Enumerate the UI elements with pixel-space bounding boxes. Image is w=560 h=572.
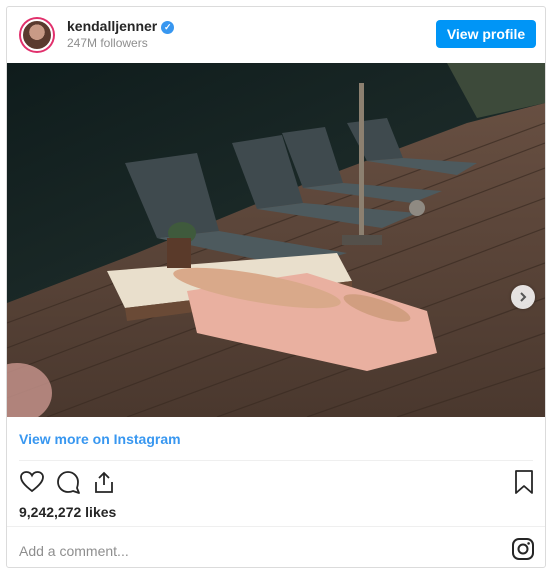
post-photo[interactable] bbox=[7, 63, 545, 417]
like-count[interactable]: 9,242,272 likes bbox=[19, 504, 116, 520]
share-icon[interactable] bbox=[91, 469, 117, 495]
follower-count: 247M followers bbox=[67, 36, 148, 50]
heart-icon[interactable] bbox=[19, 469, 45, 495]
avatar[interactable] bbox=[19, 17, 55, 53]
instagram-embed-card: kendalljenner ✓ 247M followers View profi… bbox=[6, 6, 546, 568]
chevron-right-icon bbox=[520, 292, 527, 302]
username-text[interactable]: kendalljenner bbox=[67, 18, 157, 34]
verified-badge-icon: ✓ bbox=[161, 21, 175, 34]
comment-input[interactable] bbox=[17, 539, 491, 563]
divider bbox=[7, 526, 545, 527]
post-header: kendalljenner ✓ 247M followers View profi… bbox=[7, 7, 545, 63]
comment-icon[interactable] bbox=[55, 469, 81, 495]
view-more-link[interactable]: View more on Instagram bbox=[19, 431, 181, 447]
view-profile-button[interactable]: View profile bbox=[436, 20, 536, 48]
divider bbox=[19, 460, 533, 461]
username[interactable]: kendalljenner ✓ bbox=[67, 18, 175, 34]
carousel-next-button[interactable] bbox=[511, 285, 535, 309]
instagram-logo-icon[interactable] bbox=[511, 537, 535, 561]
post-image bbox=[7, 63, 545, 417]
avatar-image bbox=[21, 19, 53, 51]
bookmark-icon[interactable] bbox=[511, 469, 537, 495]
